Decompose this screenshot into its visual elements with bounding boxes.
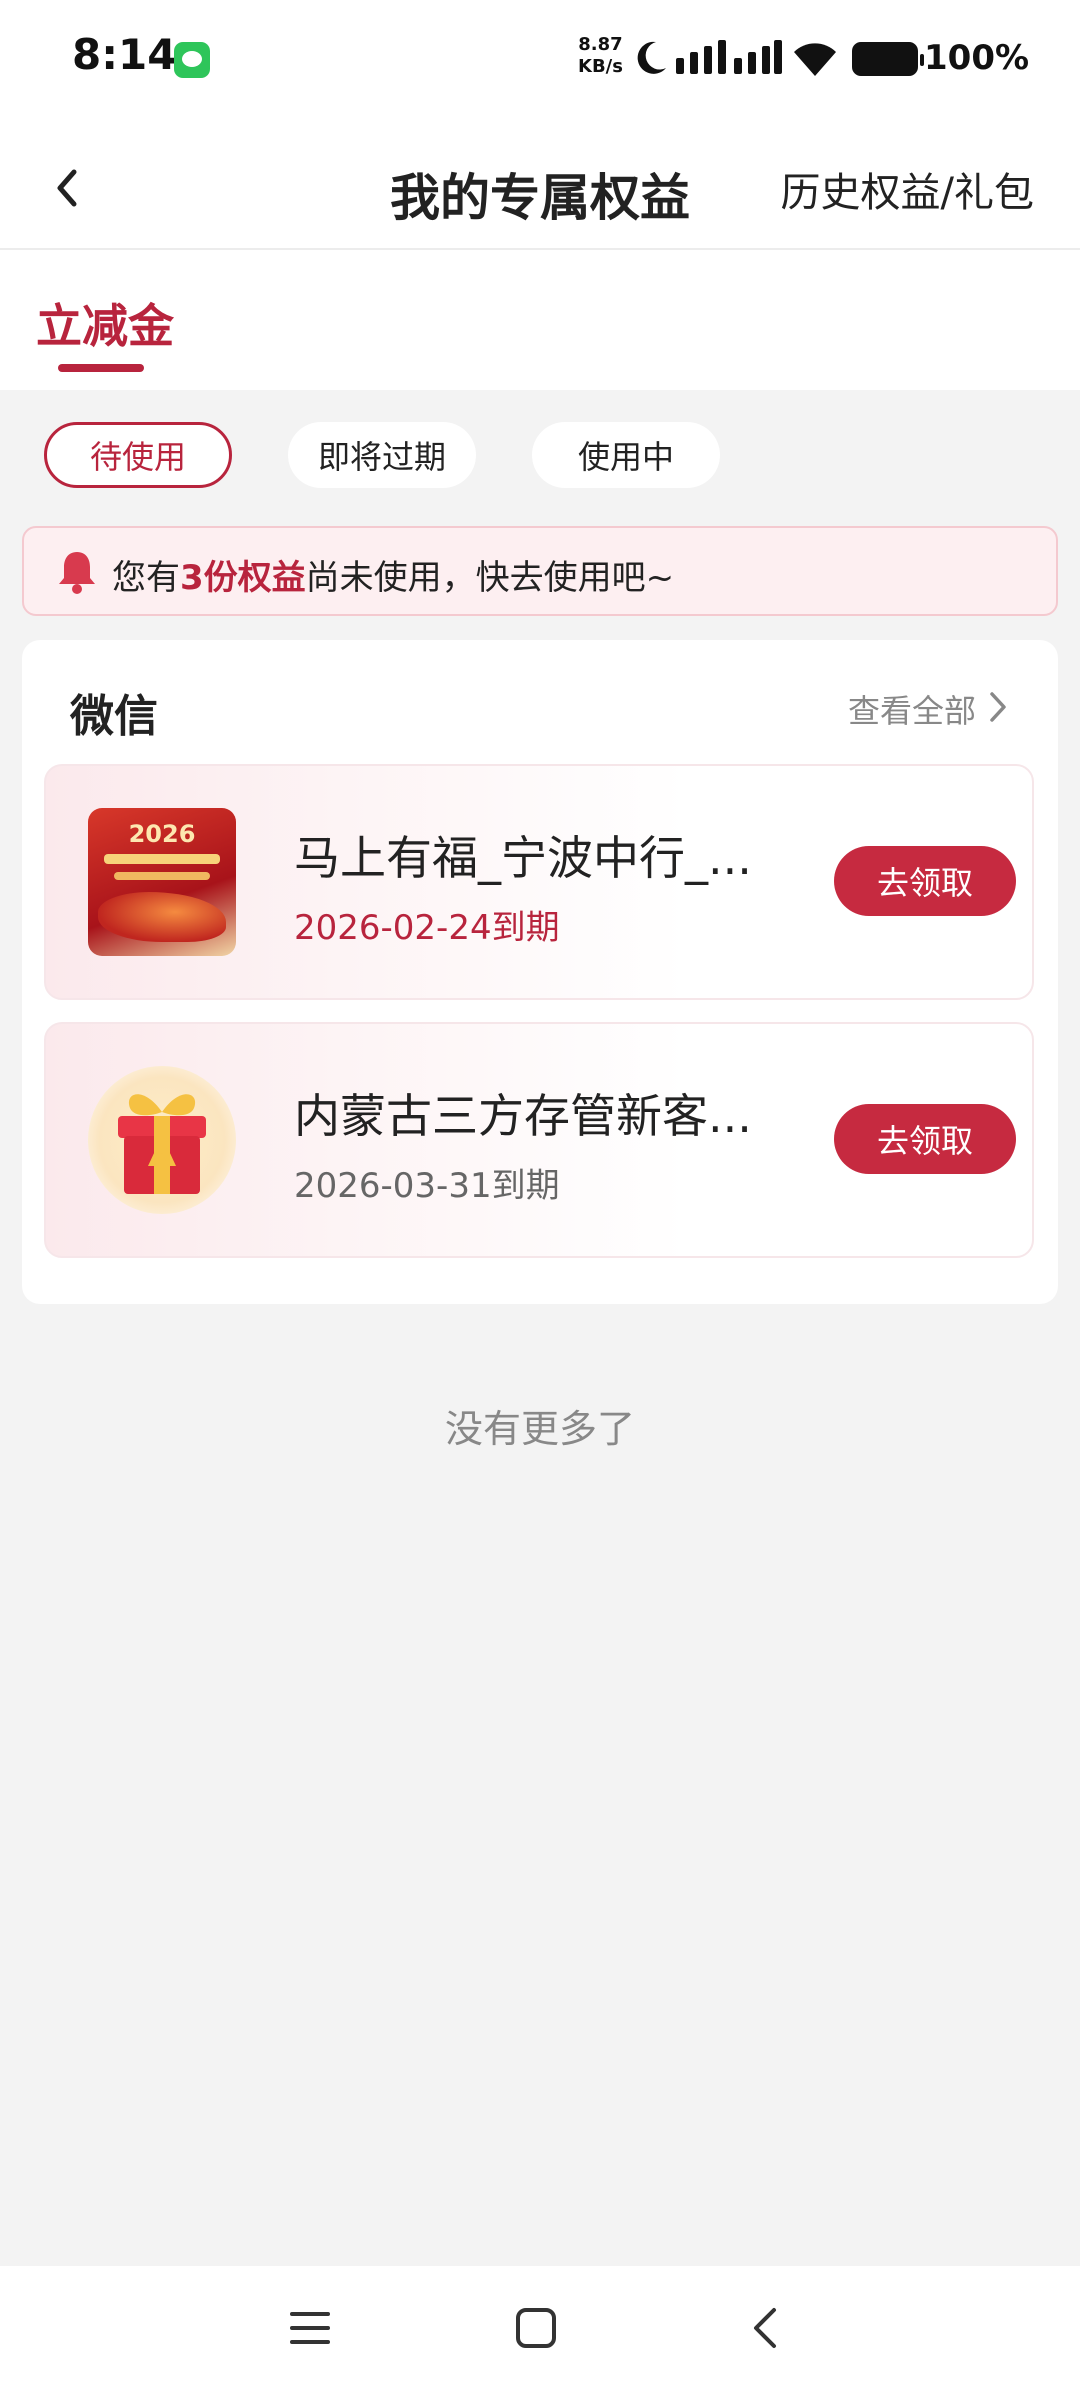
section-title: 微信 [70, 691, 158, 742]
benefit-title: 马上有福_宁波中行_... [294, 831, 752, 885]
wechat-benefits-panel: 微信 查看全部 2026 马上有福_宁波中行_... 2026-02-24到期 … [22, 640, 1058, 1304]
wifi-icon [794, 43, 836, 76]
notice-suffix: 尚未使用，快去使用吧~ [305, 558, 675, 598]
filter-chip-unused[interactable]: 待使用 [44, 422, 232, 488]
network-speed-value: 8.87 [578, 34, 623, 55]
notice-prefix: 您有 [112, 558, 180, 598]
nav-header: 我的专属权益 历史权益/礼包 [0, 120, 1080, 250]
history-benefits-link[interactable]: 历史权益/礼包 [781, 160, 1034, 218]
poster-decoration [98, 892, 226, 942]
unused-benefits-notice: 您有3份权益尚未使用，快去使用吧~ [22, 526, 1058, 616]
notice-text: 您有3份权益尚未使用，快去使用吧~ [112, 550, 674, 599]
chevron-right-icon[interactable] [986, 690, 1010, 724]
benefit-expiry: 2026-03-31到期 [294, 1166, 560, 1206]
network-speed: 8.87 KB/s [578, 34, 623, 78]
claim-button[interactable]: 去领取 [834, 846, 1016, 916]
battery-percent: 100% [924, 38, 1030, 78]
poster-decoration [104, 854, 220, 864]
benefit-type-tabs: 立减金 [0, 250, 1080, 390]
benefit-card[interactable]: 2026 马上有福_宁波中行_... 2026-02-24到期 去领取 [44, 764, 1034, 1000]
bell-icon [59, 552, 95, 594]
notice-count: 3份权益 [180, 558, 306, 598]
system-nav-bar [0, 2266, 1080, 2400]
home-icon[interactable] [514, 2306, 558, 2350]
poster-decoration [114, 872, 210, 880]
filter-chip-in-use[interactable]: 使用中 [532, 422, 720, 488]
system-back-icon[interactable] [744, 2304, 784, 2352]
no-more-text: 没有更多了 [444, 1407, 635, 1451]
status-bar: 8:14 8.87 KB/s 100% [0, 0, 1080, 120]
do-not-disturb-moon-icon [637, 41, 666, 74]
claim-button[interactable]: 去领取 [834, 1104, 1016, 1174]
view-all-link[interactable]: 查看全部 [848, 686, 976, 732]
tab-instant-discount[interactable]: 立减金 [36, 290, 174, 356]
poster-year: 2026 [128, 820, 196, 848]
promo-poster-image: 2026 [88, 808, 236, 956]
filter-chip-expiring[interactable]: 即将过期 [288, 422, 476, 488]
status-time: 8:14 [72, 30, 177, 79]
gift-box-icon [88, 1066, 236, 1214]
tab-active-indicator [58, 364, 144, 372]
benefit-card[interactable]: 内蒙古三方存管新客... 2026-03-31到期 去领取 [44, 1022, 1034, 1258]
network-speed-unit: KB/s [578, 56, 623, 77]
message-app-icon [174, 42, 210, 78]
signal-strength-icon [676, 40, 782, 74]
benefit-expiry: 2026-02-24到期 [294, 908, 560, 948]
recent-apps-icon[interactable] [288, 2306, 332, 2350]
gift-box-icon [118, 1094, 206, 1194]
battery-icon [852, 42, 924, 76]
benefit-title: 内蒙古三方存管新客... [294, 1089, 752, 1143]
